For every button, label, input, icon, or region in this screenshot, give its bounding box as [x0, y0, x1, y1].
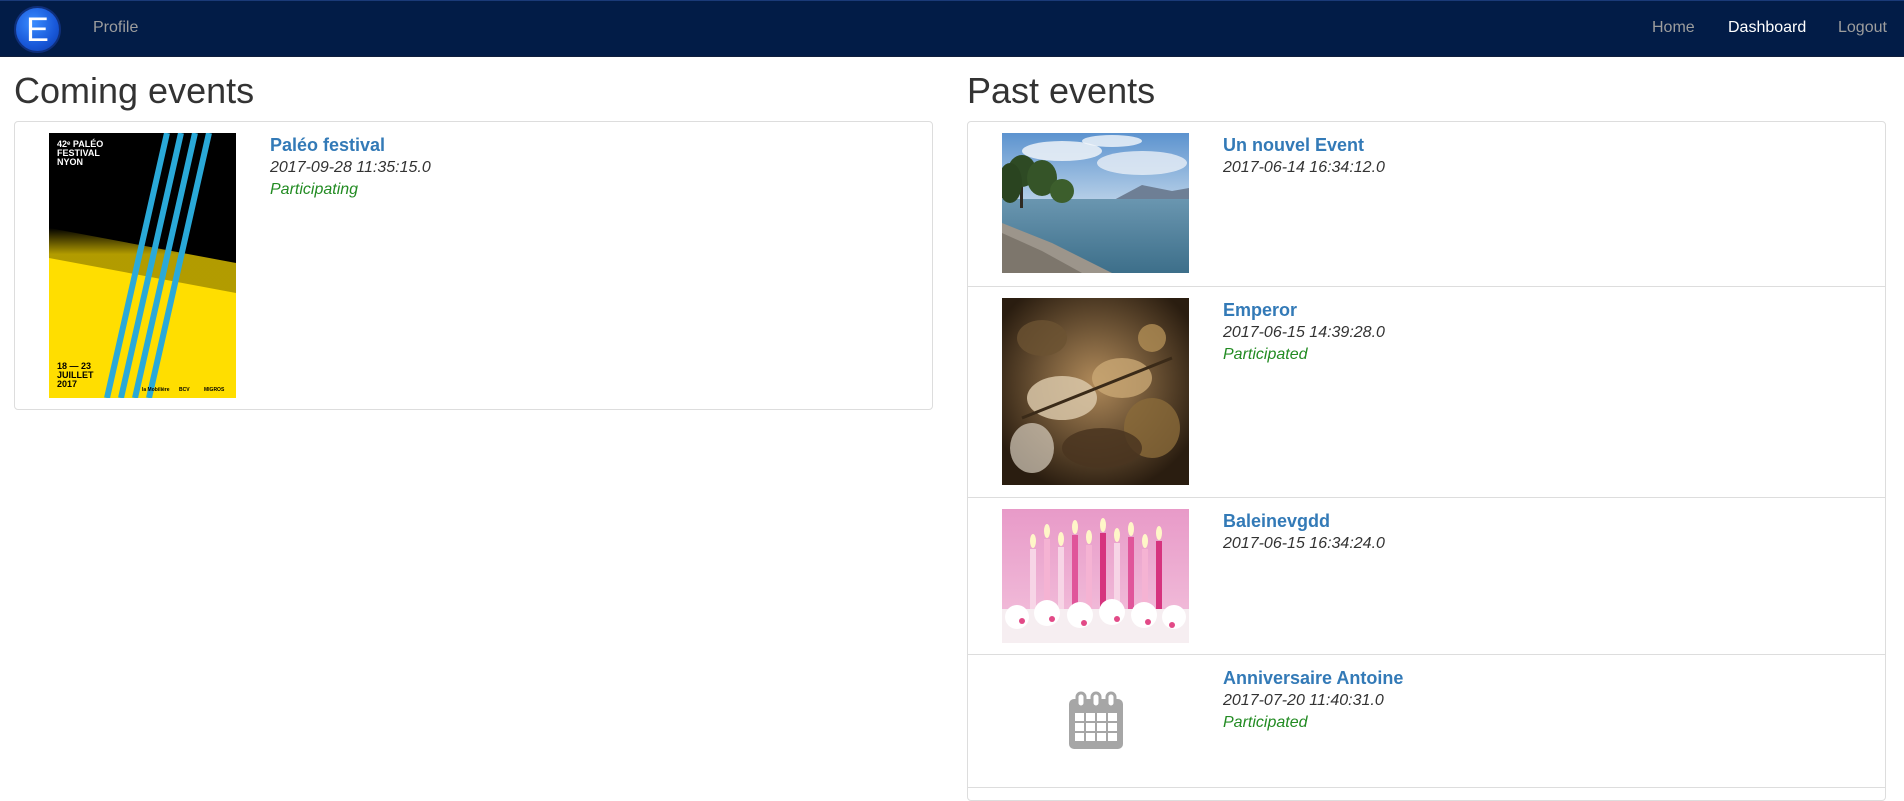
event-title-link[interactable]: Emperor	[1223, 300, 1297, 321]
event-title-link[interactable]: Paléo festival	[270, 135, 385, 156]
past-events-panel: Un nouvel Event 2017-06-14 16:34:12.0 Em…	[967, 121, 1886, 801]
event-date: 2017-09-28 11:35:15.0	[270, 159, 431, 176]
poster-dates3: 2017	[57, 379, 77, 389]
coming-events-heading: Coming events	[14, 70, 255, 111]
event-thumbnail-painting[interactable]	[1002, 298, 1189, 485]
event-thumbnail-lake[interactable]	[1002, 133, 1189, 273]
event-status: Participating	[270, 181, 359, 198]
past-event-item[interactable]: Un nouvel Event 2017-06-14 16:34:12.0	[968, 122, 1885, 286]
event-title-link[interactable]: Baleinevgdd	[1223, 511, 1330, 532]
event-poster-image[interactable]: 42ᵉ PALÉO FESTIVAL NYON 18 — 23 JUILLET …	[49, 133, 236, 398]
nav-profile-link[interactable]: Profile	[93, 19, 138, 37]
event-title-link[interactable]: Un nouvel Event	[1223, 135, 1364, 156]
past-event-item[interactable]: Anniversaire Antoine 2017-07-20 11:40:31…	[968, 654, 1885, 787]
nav-home-link[interactable]: Home	[1652, 19, 1695, 37]
past-events-heading: Past events	[967, 70, 1156, 111]
top-navbar: E Profile Home Dashboard Logout	[0, 0, 1904, 57]
event-title-link[interactable]: Anniversaire Antoine	[1223, 668, 1403, 689]
event-date: 2017-06-14 16:34:12.0	[1223, 159, 1385, 176]
lake-photo-graphic	[1002, 133, 1189, 273]
coming-event-item[interactable]: 42ᵉ PALÉO FESTIVAL NYON 18 — 23 JUILLET …	[15, 122, 932, 409]
coming-events-panel: 42ᵉ PALÉO FESTIVAL NYON 18 — 23 JUILLET …	[14, 121, 933, 410]
event-status: Participated	[1223, 346, 1308, 363]
event-thumbnail-placeholder[interactable]	[1002, 666, 1189, 776]
paleo-poster-graphic: 42ᵉ PALÉO FESTIVAL NYON 18 — 23 JUILLET …	[49, 133, 236, 398]
event-status: Participated	[1223, 714, 1308, 731]
event-date: 2017-06-15 14:39:28.0	[1223, 324, 1385, 341]
brand-logo[interactable]: E	[14, 6, 61, 53]
past-event-item-partial	[968, 787, 1885, 800]
event-thumbnail-candles[interactable]	[1002, 509, 1189, 643]
past-event-item[interactable]: Baleinevgdd 2017-06-15 16:34:24.0	[968, 497, 1885, 654]
nav-logout-link[interactable]: Logout	[1838, 19, 1887, 37]
poster-sponsor1: la Mobilière	[142, 387, 170, 393]
past-event-item[interactable]: Emperor 2017-06-15 14:39:28.0 Participat…	[968, 286, 1885, 497]
event-date: 2017-06-15 16:34:24.0	[1223, 535, 1385, 552]
birthday-candles-graphic	[1002, 509, 1189, 643]
poster-sponsor3: MIGROS	[204, 387, 225, 393]
nav-dashboard-link[interactable]: Dashboard	[1728, 19, 1806, 37]
event-date: 2017-07-20 11:40:31.0	[1223, 692, 1384, 709]
brand-letter: E	[26, 10, 49, 49]
poster-sponsor2: BCV	[179, 387, 190, 393]
painting-graphic	[1002, 298, 1189, 485]
poster-line3: NYON	[57, 157, 83, 167]
calendar-icon	[1068, 691, 1123, 749]
